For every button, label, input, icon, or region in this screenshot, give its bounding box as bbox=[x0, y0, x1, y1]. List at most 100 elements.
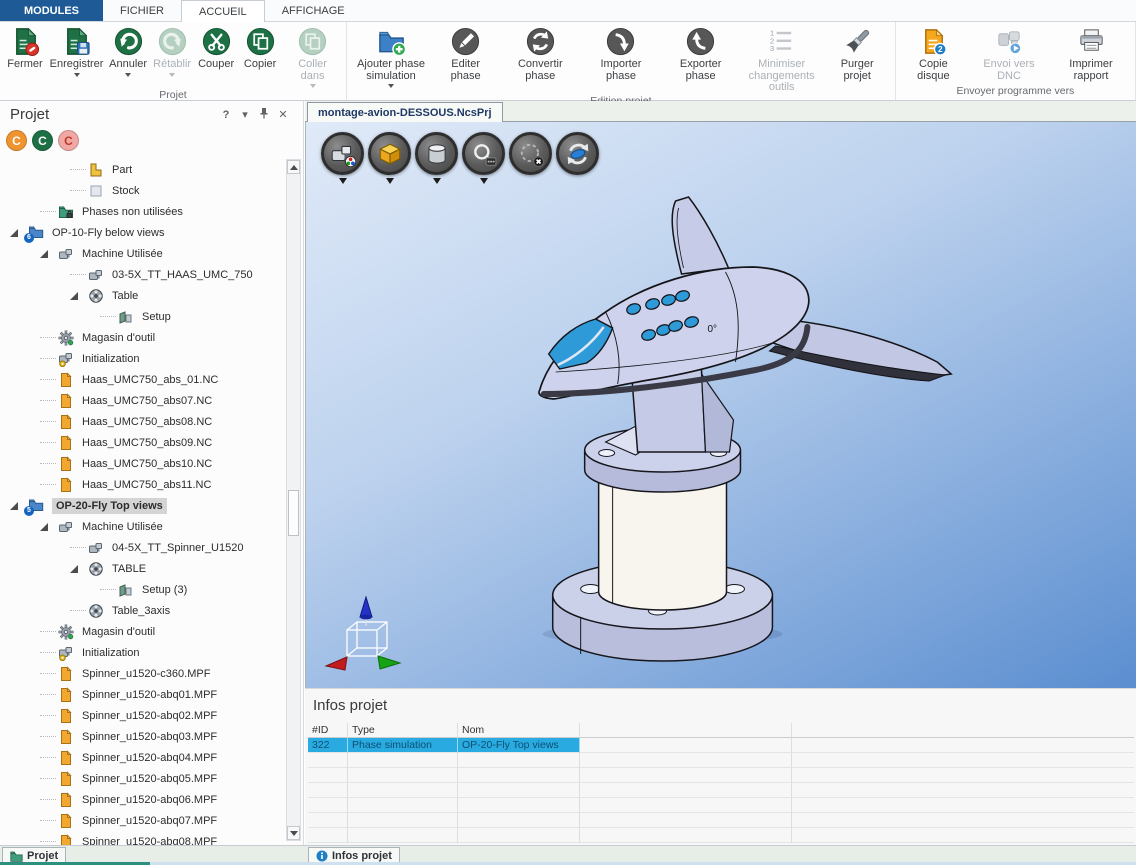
tree-item-haas-umc750-abs07-nc[interactable]: Haas_UMC750_abs07.NC bbox=[0, 390, 285, 411]
dropdown-caret-icon[interactable] bbox=[169, 73, 175, 77]
table-row[interactable] bbox=[308, 798, 1134, 813]
tab-fichier[interactable]: FICHIER bbox=[103, 0, 181, 21]
tree-item-initialization[interactable]: Initialization bbox=[0, 348, 285, 369]
pin-icon[interactable] bbox=[258, 107, 270, 122]
dropdown-caret-icon[interactable] bbox=[74, 73, 80, 77]
dropdown-caret-icon[interactable] bbox=[386, 178, 394, 184]
ribbon-button-importer-phase[interactable]: Importer phase bbox=[581, 25, 660, 83]
ribbon-button-purger-projet[interactable]: Purger projet bbox=[823, 25, 892, 83]
tab-accueil[interactable]: ACCUEIL bbox=[181, 0, 265, 22]
table-cell: #ID bbox=[308, 723, 348, 738]
expand-arrow-icon[interactable] bbox=[40, 250, 48, 258]
ribbon-button-exporter-phase[interactable]: Exporter phase bbox=[661, 25, 741, 83]
tree-item-phases-non-utilis-es[interactable]: Phases non utilisées bbox=[0, 201, 285, 222]
help-icon[interactable]: ? bbox=[220, 109, 232, 121]
folder-blue-icon: 6 bbox=[28, 225, 44, 241]
ribbon-button-couper[interactable]: Couper bbox=[194, 25, 238, 72]
tree-item-magasin-d-outil[interactable]: Magasin d'outil bbox=[0, 621, 285, 642]
tree-item-table[interactable]: Table bbox=[0, 285, 285, 306]
ribbon-button-coller-dans[interactable]: Coller dans bbox=[282, 25, 343, 89]
expand-arrow-icon[interactable] bbox=[10, 502, 18, 510]
dropdown-caret-icon[interactable] bbox=[480, 178, 488, 184]
tree-item-spinner-u1520-abq03-mpf[interactable]: Spinner_u1520-abq03.MPF bbox=[0, 726, 285, 747]
dropdown-caret-icon[interactable] bbox=[125, 73, 131, 77]
table-row[interactable] bbox=[308, 813, 1134, 828]
tree-item-machine-utilis-e[interactable]: Machine Utilisée bbox=[0, 243, 285, 264]
table-row[interactable] bbox=[308, 753, 1134, 768]
ribbon-button-fermer[interactable]: Fermer bbox=[3, 25, 47, 72]
selection-button[interactable] bbox=[509, 132, 552, 175]
tree-item-spinner-u1520-abq06-mpf[interactable]: Spinner_u1520-abq06.MPF bbox=[0, 789, 285, 810]
dropdown-caret-icon[interactable] bbox=[388, 84, 394, 88]
tree-item-op-10-fly-below-views[interactable]: 6OP-10-Fly below views bbox=[0, 222, 285, 243]
tree-item-initialization[interactable]: Initialization bbox=[0, 642, 285, 663]
tab-modules[interactable]: MODULES bbox=[0, 0, 103, 21]
machine-display-button[interactable] bbox=[321, 132, 364, 175]
tree-item-haas-umc750-abs08-nc[interactable]: Haas_UMC750_abs08.NC bbox=[0, 411, 285, 432]
stock-display-button[interactable] bbox=[415, 132, 458, 175]
tree-item-spinner-u1520-c360-mpf[interactable]: Spinner_u1520-c360.MPF bbox=[0, 663, 285, 684]
ribbon-button-ajouter-phase-simulation[interactable]: Ajouter phase simulation bbox=[350, 25, 432, 89]
tree-item-spinner-u1520-abq02-mpf[interactable]: Spinner_u1520-abq02.MPF bbox=[0, 705, 285, 726]
expand-arrow-icon[interactable] bbox=[10, 229, 18, 237]
tree-item-label: Initialization bbox=[82, 353, 139, 365]
ribbon-button-r-tablir[interactable]: Rétablir bbox=[150, 25, 194, 78]
expand-arrow-icon[interactable] bbox=[70, 565, 78, 573]
document-tab[interactable]: montage-avion-DESSOUS.NcsPrj bbox=[307, 102, 503, 122]
tree-item-haas-umc750-abs11-nc[interactable]: Haas_UMC750_abs11.NC bbox=[0, 474, 285, 495]
c-green-icon[interactable]: C bbox=[32, 130, 53, 151]
ribbon-button-minimiser-changements-outils[interactable]: 123Minimiser changements outils bbox=[741, 25, 823, 95]
ribbon-button-enregistrer[interactable]: Enregistrer bbox=[47, 25, 106, 78]
wheel-icon bbox=[88, 288, 104, 304]
scroll-down-button[interactable] bbox=[287, 826, 300, 840]
tree-item-part[interactable]: Part bbox=[0, 159, 285, 180]
tree-item-table-3axis[interactable]: Table_3axis bbox=[0, 600, 285, 621]
ribbon-button-copie-disque[interactable]: 2Copie disque bbox=[899, 25, 968, 83]
tree-item-setup[interactable]: Setup bbox=[0, 306, 285, 327]
chevron-down-icon[interactable]: ▾ bbox=[239, 109, 251, 121]
ribbon-button-imprimer-rapport[interactable]: Imprimer rapport bbox=[1050, 25, 1132, 83]
tree-item-spinner-u1520-abq08-mpf[interactable]: Spinner_u1520-abq08.MPF bbox=[0, 831, 285, 845]
tree-item-04-5x-tt-spinner-u1520[interactable]: 04-5X_TT_Spinner_U1520 bbox=[0, 537, 285, 558]
part-display-button[interactable] bbox=[368, 132, 411, 175]
scroll-thumb[interactable] bbox=[288, 490, 299, 536]
tree-item-spinner-u1520-abq04-mpf[interactable]: Spinner_u1520-abq04.MPF bbox=[0, 747, 285, 768]
c-red-icon[interactable]: C bbox=[58, 130, 79, 151]
tree-item-op-20-fly-top-views[interactable]: 5OP-20-Fly Top views bbox=[0, 495, 285, 516]
expand-arrow-icon[interactable] bbox=[40, 523, 48, 531]
tree-item-03-5x-tt-haas-umc-750[interactable]: 03-5X_TT_HAAS_UMC_750 bbox=[0, 264, 285, 285]
dropdown-caret-icon[interactable] bbox=[433, 178, 441, 184]
tree-item-table[interactable]: TABLE bbox=[0, 558, 285, 579]
table-row[interactable]: 322Phase simulationOP-20-Fly Top views bbox=[308, 738, 1134, 753]
tree-item-magasin-d-outil[interactable]: Magasin d'outil bbox=[0, 327, 285, 348]
table-row[interactable] bbox=[308, 768, 1134, 783]
tree-item-haas-umc750-abs-01-nc[interactable]: Haas_UMC750_abs_01.NC bbox=[0, 369, 285, 390]
3d-viewport[interactable]: 0° bbox=[305, 122, 1136, 688]
tree-scrollbar[interactable] bbox=[286, 159, 301, 841]
tree-item-spinner-u1520-abq01-mpf[interactable]: Spinner_u1520-abq01.MPF bbox=[0, 684, 285, 705]
ribbon-button-editer-phase[interactable]: Editer phase bbox=[432, 25, 499, 83]
tab-affichage[interactable]: AFFICHAGE bbox=[265, 0, 362, 21]
ribbon-button-copier[interactable]: Copier bbox=[238, 25, 282, 72]
ribbon-button-envoi-vers-dnc[interactable]: Envoi vers DNC bbox=[968, 25, 1050, 83]
table-row[interactable] bbox=[308, 783, 1134, 798]
scroll-up-button[interactable] bbox=[287, 160, 300, 174]
expand-arrow-icon[interactable] bbox=[70, 292, 78, 300]
c-orange-icon[interactable]: C bbox=[6, 130, 27, 151]
dropdown-caret-icon[interactable] bbox=[310, 84, 316, 88]
tree-item-haas-umc750-abs10-nc[interactable]: Haas_UMC750_abs10.NC bbox=[0, 453, 285, 474]
ribbon-button-convertir-phase[interactable]: Convertir phase bbox=[499, 25, 581, 83]
tree-item-stock[interactable]: Stock bbox=[0, 180, 285, 201]
tree-item-spinner-u1520-abq07-mpf[interactable]: Spinner_u1520-abq07.MPF bbox=[0, 810, 285, 831]
close-icon[interactable]: ✕ bbox=[277, 109, 289, 121]
dropdown-caret-icon[interactable] bbox=[339, 178, 347, 184]
tree-connector bbox=[40, 736, 56, 737]
tree-item-machine-utilis-e[interactable]: Machine Utilisée bbox=[0, 516, 285, 537]
refresh-view-button[interactable] bbox=[556, 132, 599, 175]
tree-item-setup-3[interactable]: Setup (3) bbox=[0, 579, 285, 600]
ribbon-button-annuler[interactable]: Annuler bbox=[106, 25, 150, 78]
tree-item-spinner-u1520-abq05-mpf[interactable]: Spinner_u1520-abq05.MPF bbox=[0, 768, 285, 789]
tree-item-haas-umc750-abs09-nc[interactable]: Haas_UMC750_abs09.NC bbox=[0, 432, 285, 453]
zoom-button[interactable] bbox=[462, 132, 505, 175]
table-row[interactable] bbox=[308, 828, 1134, 843]
